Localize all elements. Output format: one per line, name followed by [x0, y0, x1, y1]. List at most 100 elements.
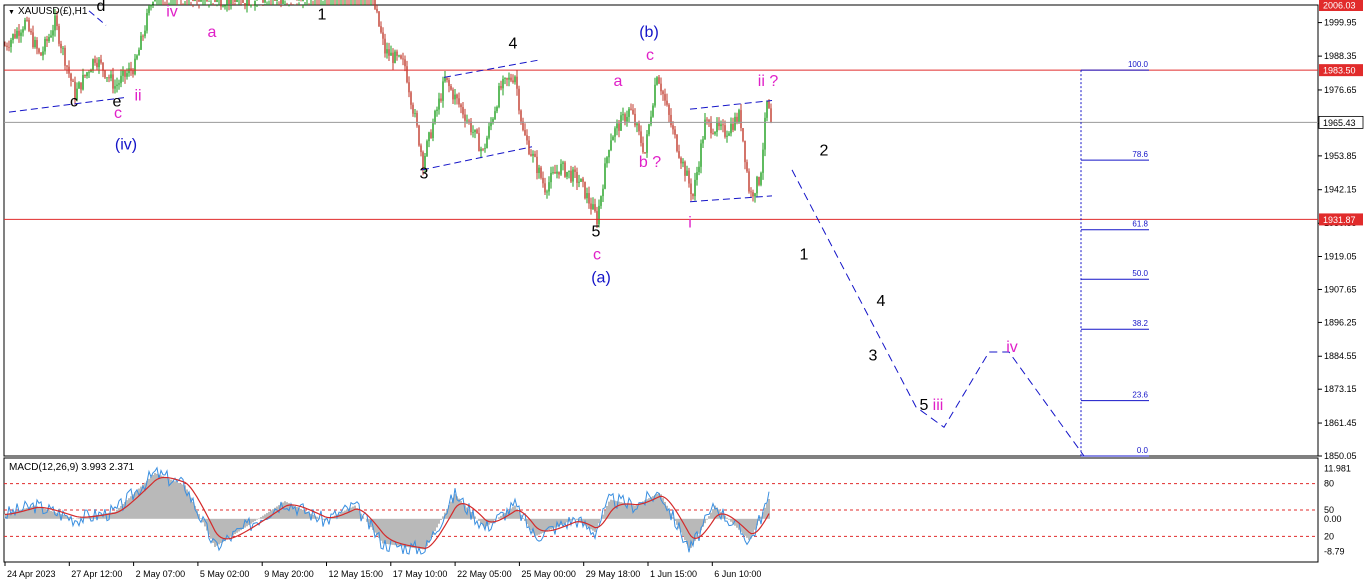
wave-label: iv	[166, 4, 178, 21]
candle-body	[768, 100, 770, 109]
time-tick-label: 9 May 20:00	[264, 569, 314, 579]
candle-body	[126, 73, 128, 77]
candle-body	[440, 98, 442, 101]
candle-body	[622, 114, 624, 116]
candle-body	[108, 77, 110, 79]
candle-body	[224, 5, 226, 7]
fib-level-label: 61.8	[1132, 220, 1148, 229]
candle-body	[482, 148, 484, 150]
price-chart[interactable]: 100.078.661.850.038.223.60.0 d iva1c e iic(…	[0, 0, 1366, 588]
candle-body	[616, 123, 618, 129]
candle-body	[104, 70, 106, 78]
candle-body	[550, 172, 552, 183]
wave-label: a	[614, 73, 623, 90]
candle-body	[594, 204, 596, 212]
trend-line	[421, 146, 533, 171]
candle-body	[38, 48, 40, 53]
trend-line	[689, 195, 773, 203]
candle-body	[766, 100, 768, 118]
price-tick-label: 1861.45	[1324, 418, 1357, 428]
wave-label: 4	[509, 35, 518, 52]
candle-body	[432, 123, 434, 139]
candle-body	[460, 104, 462, 108]
candle-body	[410, 92, 412, 105]
candle-body	[28, 20, 30, 32]
candle-body	[46, 38, 48, 42]
wave-label: i	[688, 215, 692, 232]
fib-level-label: 23.6	[1132, 391, 1148, 400]
candle-body	[536, 156, 538, 174]
candle-body	[216, 0, 218, 3]
candle-body	[88, 72, 90, 74]
candle-body	[110, 74, 112, 79]
candle-body	[128, 68, 130, 74]
candle-body	[710, 121, 712, 134]
candle-body	[302, 0, 304, 2]
candle-body	[726, 135, 728, 137]
candle-body	[564, 162, 566, 177]
candle-body	[252, 4, 254, 6]
candle-body	[98, 59, 100, 68]
candle-body	[480, 148, 482, 152]
candle-body	[590, 203, 592, 210]
candle-body	[246, 0, 248, 6]
indicator-title: MACD(12,26,9) 3.993 2.371	[9, 462, 135, 473]
candle-body	[476, 129, 478, 134]
price-tick-label: 1907.65	[1324, 284, 1357, 294]
candle-body	[418, 125, 420, 146]
candle-body	[446, 77, 448, 81]
candle-body	[680, 157, 682, 164]
wave-label: a	[208, 24, 217, 41]
candle-body	[416, 113, 418, 126]
candle-body	[244, 2, 246, 6]
candle-body	[618, 123, 620, 131]
candle-body	[762, 149, 764, 173]
fib-level-label: 38.2	[1132, 319, 1148, 328]
candle-body	[30, 31, 32, 33]
candle-body	[436, 109, 438, 111]
wave-label: 3	[420, 166, 429, 183]
wave-label: 3	[869, 348, 878, 365]
candle-body	[530, 154, 532, 156]
candle-body	[100, 59, 102, 63]
candle-body	[412, 104, 414, 114]
wave-label: 1	[318, 7, 327, 24]
candle-body	[464, 114, 466, 121]
candle-body	[494, 111, 496, 119]
candle-body	[220, 0, 222, 7]
candle-body	[734, 116, 736, 130]
candle-body	[500, 86, 502, 89]
candle-body	[230, 0, 232, 5]
candle-body	[58, 26, 60, 44]
candle-body	[142, 35, 144, 37]
candle-body	[102, 62, 104, 71]
candle-body	[280, 0, 282, 4]
wave-label: iv	[1006, 339, 1018, 356]
price-tick-label: 1873.15	[1324, 384, 1357, 394]
candle-body	[146, 13, 148, 31]
candle-body	[660, 83, 662, 92]
candle-body	[698, 166, 700, 173]
candle-body	[756, 176, 758, 194]
fibonacci-retracement[interactable]: 100.0 78.6 61.8 50.0 38.2 23.6 0.0	[1080, 60, 1149, 457]
price-tick-label: 1896.25	[1324, 317, 1357, 327]
wave-label: 1	[800, 247, 809, 264]
wave-label: c	[646, 47, 654, 64]
symbol-title[interactable]: ▼ XAUUSD(£),H1	[8, 6, 87, 17]
candle-body	[148, 6, 150, 14]
candle-body	[702, 139, 704, 144]
candle-body	[134, 58, 136, 75]
candle-body	[234, 0, 236, 3]
price-axis: 1999.951988.351976.651965.051953.851942.…	[1318, 18, 1357, 461]
candle-body	[650, 116, 652, 125]
candle-body	[696, 172, 698, 180]
dropdown-arrow-icon[interactable]: ▼	[8, 9, 15, 16]
fib-level-label: 50.0	[1132, 269, 1148, 278]
candle-body	[732, 123, 734, 130]
main-panel[interactable]	[3, 4, 1319, 457]
candle-body	[400, 55, 402, 59]
candle-body	[44, 38, 46, 52]
candle-body	[526, 135, 528, 141]
candle-body	[96, 62, 98, 68]
candle-body	[712, 133, 714, 135]
